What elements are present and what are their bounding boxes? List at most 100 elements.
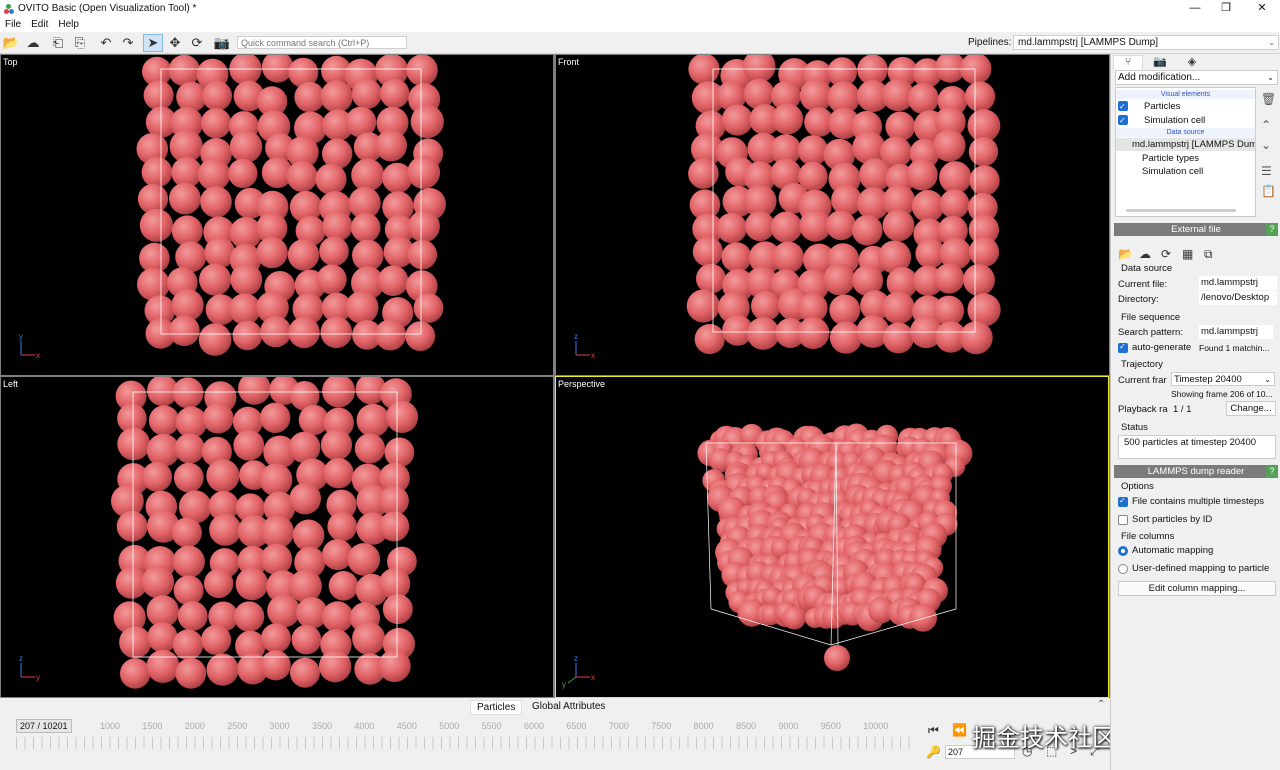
jump-to-start-icon[interactable]: ⏮ <box>928 723 939 738</box>
viewport-top[interactable]: yx Top <box>1 55 553 375</box>
particles-group <box>111 377 419 689</box>
move-up-icon[interactable]: ⌃ <box>1261 118 1271 132</box>
reload-icon[interactable]: ⟳ <box>1161 247 1171 261</box>
list-item-data-source[interactable]: md.lammpstrj [LAMMPS Dump] <box>1116 138 1255 151</box>
particle <box>356 403 390 437</box>
particle <box>379 78 410 109</box>
particle <box>230 263 263 296</box>
particle <box>721 104 753 136</box>
time-slider-handle[interactable]: 207 / 10201 <box>16 719 72 733</box>
add-modification-dropdown[interactable]: Add modification... ⌄ <box>1115 70 1278 85</box>
showing-frame-text: Showing frame 206 of 10... <box>1171 389 1273 399</box>
list-menu-icon[interactable]: ☰ <box>1261 164 1272 178</box>
viewport-left[interactable]: zy Left <box>1 377 553 697</box>
help-button[interactable]: ? <box>1266 223 1278 236</box>
pipeline-editor-list[interactable]: Visual elements Particles Simulation cel… <box>1115 87 1256 217</box>
particle <box>119 626 152 659</box>
svg-text:x: x <box>36 351 40 360</box>
automatic-mapping-label: Automatic mapping <box>1132 545 1214 556</box>
multiple-files-icon[interactable]: ⧉ <box>1204 247 1213 262</box>
particle <box>322 211 353 242</box>
redo-icon[interactable]: ↷ <box>118 34 138 52</box>
viewport-caption-left[interactable]: Left <box>3 379 18 389</box>
horizontal-scrollbar[interactable] <box>1126 209 1236 212</box>
pipeline-select[interactable]: md.lammpstrj [LAMMPS Dump] ⌄ <box>1013 35 1279 50</box>
render-camera-icon[interactable]: 📷 <box>212 34 232 52</box>
trash-icon[interactable]: 🗑 <box>1261 92 1276 106</box>
particle <box>143 80 174 111</box>
orbit-mode-icon[interactable]: ⟳ <box>187 34 207 52</box>
viewport-front[interactable]: zx Front <box>556 55 1109 375</box>
previous-frame-icon[interactable]: ⏪ <box>952 723 967 737</box>
viewport-perspective[interactable]: z x y Perspective <box>555 376 1109 698</box>
list-item-simulation-cell-visual[interactable]: Simulation cell <box>1116 114 1255 127</box>
simcell-visibility-checkbox[interactable] <box>1118 114 1128 127</box>
save-session-icon[interactable]: ⎘ <box>70 34 90 52</box>
timeline-tick-label: 1000 <box>100 721 121 731</box>
menu-file[interactable]: File <box>0 19 26 30</box>
maximize-icon[interactable]: ❐ <box>1211 0 1241 17</box>
particle <box>117 427 151 461</box>
menu-edit[interactable]: Edit <box>26 19 53 30</box>
update-trajectory-icon[interactable]: ▦ <box>1182 247 1193 261</box>
particle <box>743 78 775 110</box>
viewport-caption-front[interactable]: Front <box>558 57 579 67</box>
open-file-icon[interactable]: 📂 <box>1118 247 1133 261</box>
list-item-label: md.lammpstrj [LAMMPS Dump] <box>1132 139 1255 150</box>
automatic-mapping-radio[interactable] <box>1118 546 1128 556</box>
list-item-simulation-cell[interactable]: Simulation cell <box>1116 165 1255 178</box>
menu-help[interactable]: Help <box>53 19 84 30</box>
tab-render-icon[interactable]: 📷 <box>1145 55 1175 70</box>
key-icon[interactable]: 🔑 <box>926 745 941 759</box>
status-text: 500 particles at timestep 20400 <box>1118 435 1276 459</box>
particle <box>229 130 263 163</box>
edit-column-mapping-button[interactable]: Edit column mapping... <box>1118 581 1276 596</box>
tab-global-attributes[interactable]: Global Attributes <box>526 700 611 713</box>
particle <box>907 83 939 114</box>
particle <box>139 208 173 242</box>
particle <box>721 242 752 273</box>
pan-mode-icon[interactable]: ✥ <box>165 34 185 52</box>
timeline[interactable]: 1000 1500 2000 2500 3000 3500 4000 4500 5000 5500… <box>0 715 920 770</box>
undo-icon[interactable]: ↶ <box>96 34 116 52</box>
particle <box>934 263 965 294</box>
list-item-particle-types[interactable]: Particle types <box>1116 152 1255 165</box>
particle <box>933 129 966 162</box>
particle <box>229 55 262 86</box>
tab-layers-icon[interactable]: ◈ <box>1177 55 1207 70</box>
auto-generate-checkbox[interactable] <box>1118 342 1128 353</box>
cloud-download-icon[interactable]: ☁ <box>23 34 43 52</box>
svg-text:y: y <box>562 680 566 689</box>
load-session-icon[interactable]: ⎗ <box>48 34 68 52</box>
timeline-tick-label: 3500 <box>312 721 333 731</box>
particles-visibility-checkbox[interactable] <box>1118 100 1128 113</box>
current-frame-select[interactable]: Timestep 20400 ⌄ <box>1171 372 1275 386</box>
load-remote-icon[interactable]: ☁ <box>1139 247 1151 261</box>
move-down-icon[interactable]: ⌄ <box>1261 138 1271 152</box>
chevron-up-icon[interactable]: ⌃ <box>1097 699 1105 710</box>
minimize-icon[interactable]: — <box>1180 0 1210 17</box>
particle <box>228 158 258 189</box>
close-icon[interactable]: ✕ <box>1247 0 1277 17</box>
user-mapping-radio[interactable] <box>1118 564 1128 574</box>
change-button[interactable]: Change... <box>1226 401 1276 416</box>
list-item-particles[interactable]: Particles <box>1116 100 1255 113</box>
list-item-label: Particles <box>1144 101 1181 112</box>
particle <box>260 316 292 348</box>
help-button[interactable]: ? <box>1266 465 1278 478</box>
particle <box>146 649 180 683</box>
particle <box>770 211 803 243</box>
viewport-caption-top[interactable]: Top <box>3 57 18 67</box>
command-search-input[interactable] <box>237 36 407 49</box>
tab-particles[interactable]: Particles <box>470 700 523 715</box>
clipboard-icon[interactable]: 📋 <box>1261 184 1276 198</box>
sort-by-id-checkbox[interactable] <box>1118 515 1128 525</box>
multiple-timesteps-checkbox[interactable] <box>1118 496 1128 507</box>
tab-pipeline-icon[interactable]: ⑂ <box>1113 55 1143 70</box>
viewport-caption-perspective[interactable]: Perspective <box>558 379 605 389</box>
selection-mode-icon[interactable]: ➤ <box>143 34 163 52</box>
particle <box>148 405 180 436</box>
particle <box>413 293 444 323</box>
open-folder-icon[interactable]: 📂 <box>1 34 21 52</box>
search-pattern-input[interactable]: md.lammpstrj <box>1199 325 1273 339</box>
